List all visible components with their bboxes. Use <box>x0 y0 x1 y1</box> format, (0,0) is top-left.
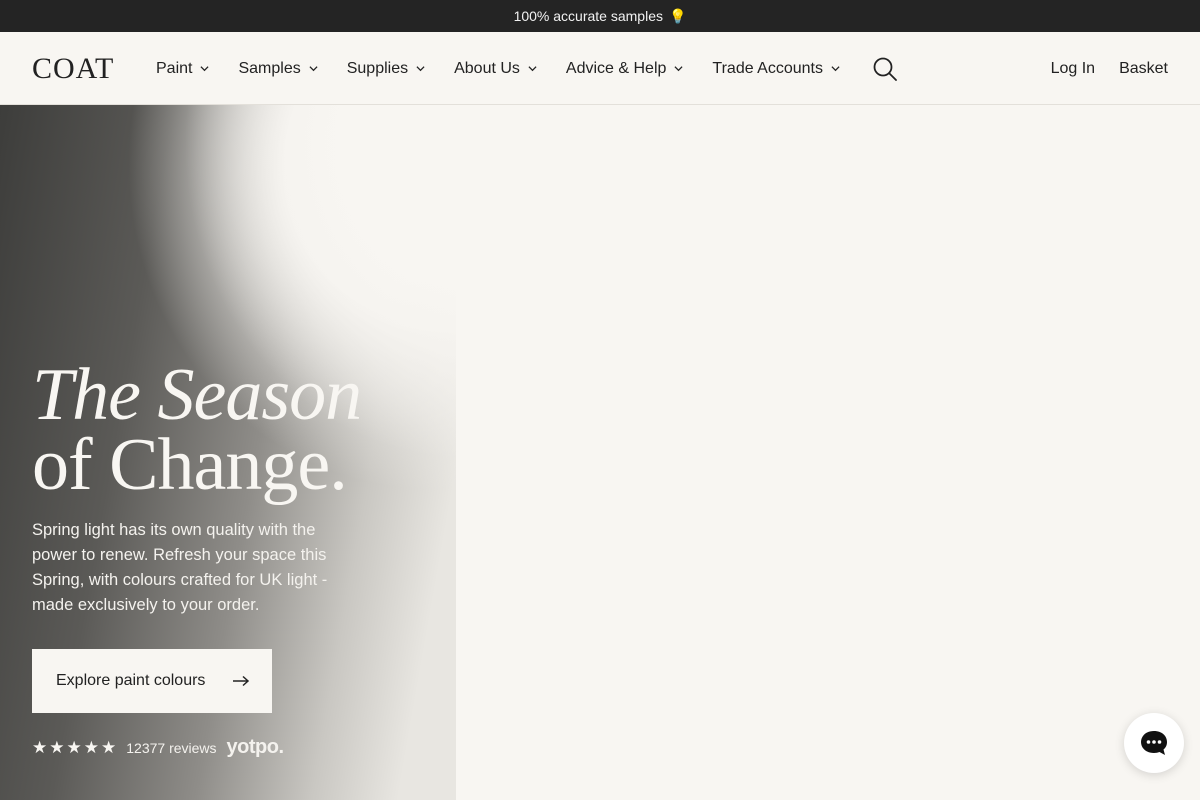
account-links: Log In Basket <box>1051 32 1168 105</box>
explore-paint-colours-button[interactable]: Explore paint colours <box>32 649 272 713</box>
review-count: 12377 reviews <box>126 739 217 756</box>
lightbulb-icon: 💡 <box>668 7 687 24</box>
star-rating: ★ ★ ★ ★ ★ <box>32 738 116 758</box>
logo[interactable]: COAT <box>32 52 114 86</box>
basket-link[interactable]: Basket <box>1119 60 1168 78</box>
announcement-bar: 100% accurate samples 💡 <box>0 0 1200 32</box>
nav-item-advice-help[interactable]: Advice & Help <box>566 60 684 78</box>
nav-item-about-us[interactable]: About Us <box>454 60 537 78</box>
reviews-widget[interactable]: ★ ★ ★ ★ ★ 12377 reviews yotpo. <box>32 736 284 759</box>
announcement-text: 100% accurate samples <box>513 8 663 24</box>
site-header: COAT Paint Samples Supplies About Us Adv… <box>0 32 1200 105</box>
nav-item-supplies[interactable]: Supplies <box>347 60 425 78</box>
star-icon: ★ <box>49 737 65 757</box>
nav-item-trade-accounts[interactable]: Trade Accounts <box>712 60 840 78</box>
chevron-down-icon <box>416 66 425 72</box>
chevron-down-icon <box>528 66 537 72</box>
nav-label: Trade Accounts <box>712 59 823 77</box>
star-icon: ★ <box>32 737 48 757</box>
chevron-down-icon <box>200 66 210 72</box>
chat-bubble-icon <box>1141 731 1167 755</box>
yotpo-logo: yotpo. <box>226 736 285 758</box>
nav-item-paint[interactable]: Paint <box>156 59 210 78</box>
chevron-down-icon <box>309 66 318 72</box>
star-icon: ★ <box>83 737 99 757</box>
nav-label: Paint <box>156 59 193 77</box>
hero-content: The Season of Change. Spring light has i… <box>32 354 362 618</box>
nav-label: Supplies <box>346 59 409 77</box>
hero-description: Spring light has its own quality with th… <box>32 521 328 614</box>
chat-button[interactable] <box>1124 713 1184 773</box>
chevron-down-icon <box>674 66 683 72</box>
chevron-down-icon <box>831 66 840 72</box>
nav-item-samples[interactable]: Samples <box>238 59 318 78</box>
star-icon: ★ <box>66 737 82 757</box>
hero-title-line2: of Change. <box>32 424 348 506</box>
hero-title-line1: The Season <box>32 354 362 436</box>
login-link[interactable]: Log In <box>1051 60 1095 78</box>
nav-label: Advice & Help <box>565 59 667 77</box>
cta-label: Explore paint colours <box>56 672 206 689</box>
star-icon: ★ <box>101 737 117 757</box>
main-nav: Paint Samples Supplies About Us Advice &… <box>156 32 869 105</box>
search-icon[interactable] <box>872 56 898 82</box>
arrow-right-icon <box>233 675 250 687</box>
hero-title: The Season of Change. <box>32 354 362 506</box>
nav-label: Samples <box>238 59 301 77</box>
nav-label: About Us <box>454 59 520 77</box>
